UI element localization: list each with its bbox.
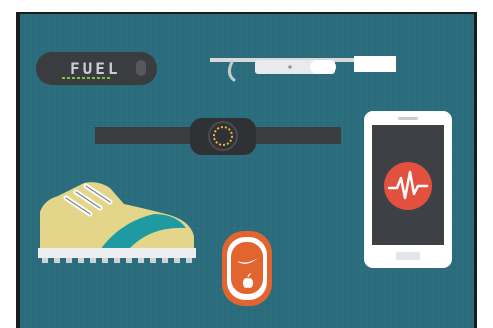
- smartphone-heartbeat-icon: [364, 111, 452, 268]
- wearables-illustration: FUEL: [16, 12, 477, 328]
- fuelband-icon: FUEL: [36, 52, 157, 85]
- fuel-label: FUEL: [70, 59, 121, 78]
- nike-plus-sensor-icon: [222, 231, 272, 306]
